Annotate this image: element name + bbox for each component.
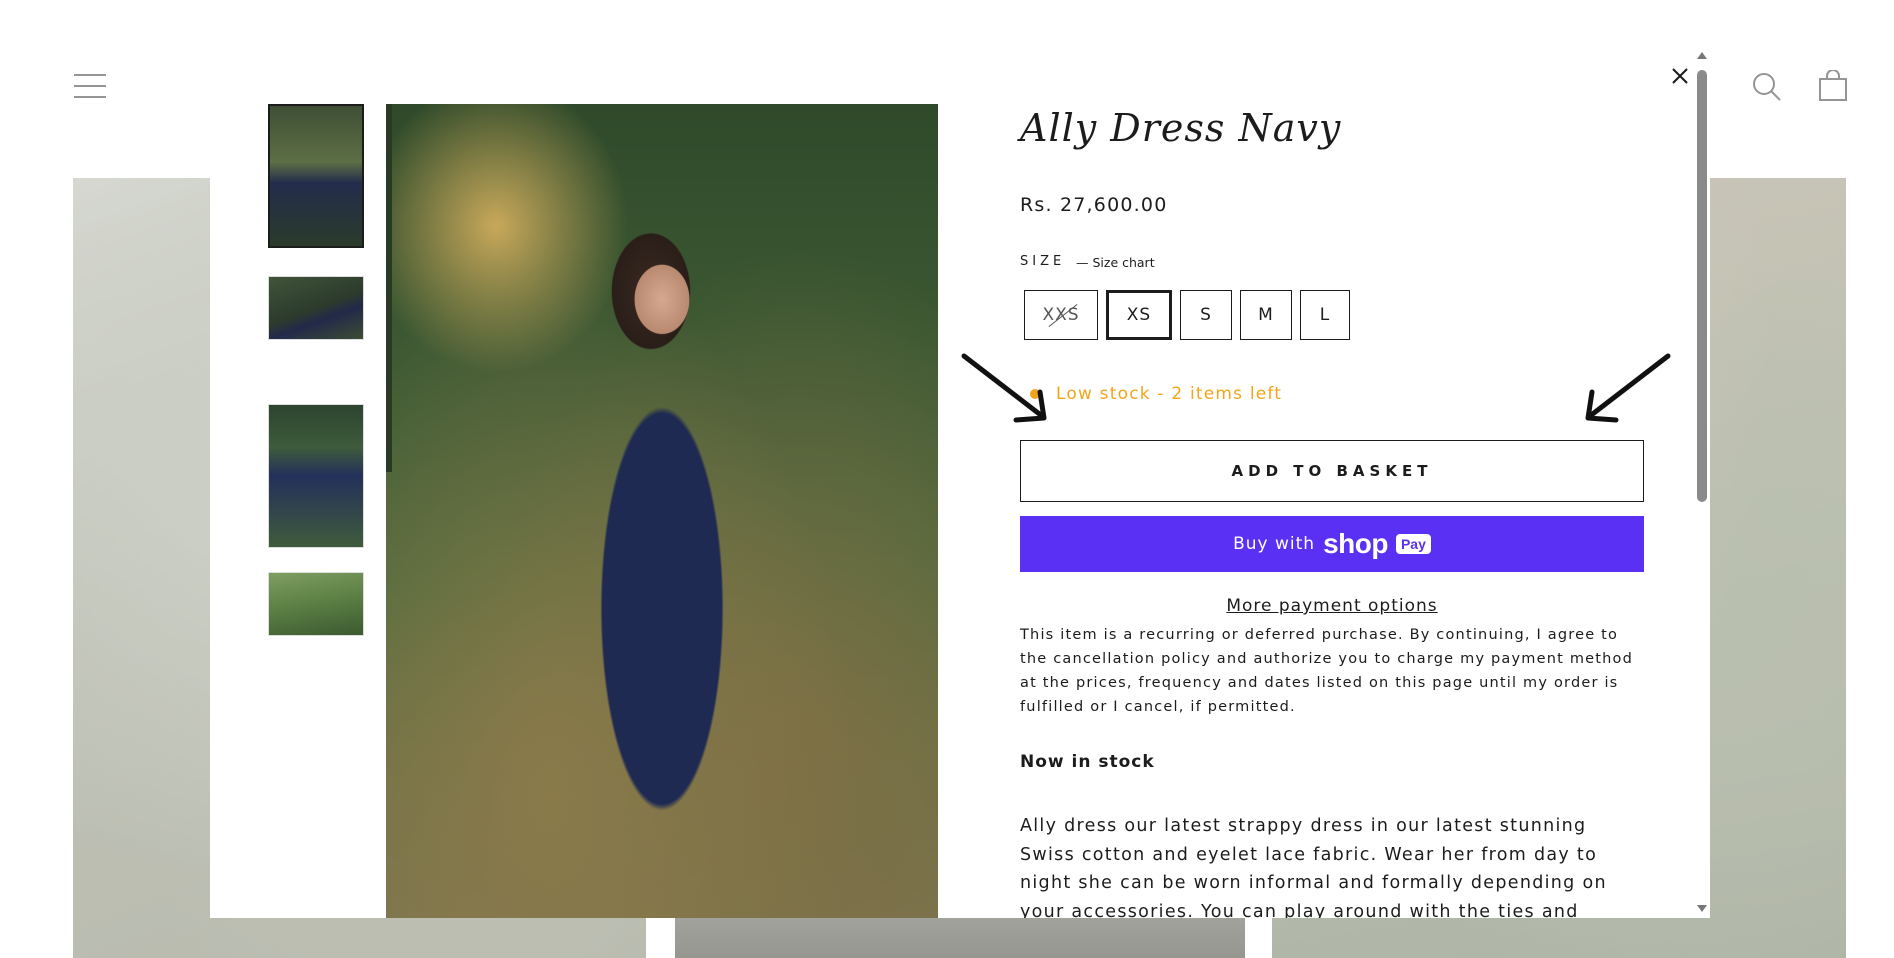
annotation-arrow-left-icon: [961, 353, 1047, 423]
pay-badge: Pay: [1395, 534, 1431, 554]
stock-text: Low stock - 2 items left: [1056, 384, 1283, 404]
main-product-image[interactable]: [386, 104, 938, 918]
thumbnail-4[interactable]: [268, 572, 364, 636]
close-button[interactable]: [1666, 62, 1694, 90]
stock-heading: Now in stock: [1020, 752, 1155, 772]
shop-pay-button[interactable]: Buy with shop Pay: [1020, 516, 1644, 572]
size-chart-link[interactable]: — Size chart: [1076, 255, 1155, 270]
modal-scrollbar[interactable]: [1694, 46, 1710, 918]
thumbnail-3[interactable]: [268, 404, 364, 548]
quick-view-modal: Ally Dress Navy Rs. 27,600.00 SIZE — Siz…: [210, 46, 1710, 918]
thumbnail-2[interactable]: [268, 276, 364, 340]
size-option-s[interactable]: S: [1180, 290, 1232, 340]
size-option-l[interactable]: L: [1300, 290, 1350, 340]
shop-pay-buy-text: Buy with: [1233, 534, 1316, 554]
stock-status: Low stock - 2 items left: [1030, 384, 1282, 404]
more-payment-options-link[interactable]: More payment options: [1020, 596, 1644, 616]
product-description: Ally dress our latest strappy dress in o…: [1020, 816, 1607, 918]
add-to-basket-button[interactable]: ADD TO BASKET: [1020, 440, 1644, 502]
thumbnail-1[interactable]: [268, 104, 364, 248]
product-title: Ally Dress Navy: [1020, 106, 1342, 150]
scroll-down-arrow-icon[interactable]: [1697, 905, 1707, 912]
size-label: SIZE: [1020, 254, 1066, 269]
size-option-xxs[interactable]: XXS: [1024, 290, 1098, 340]
size-option-m[interactable]: M: [1240, 290, 1292, 340]
size-options: XXS XS S M L: [1024, 290, 1350, 340]
scroll-thumb[interactable]: [1697, 70, 1707, 502]
annotation-arrow-right-icon: [1585, 353, 1671, 423]
recurring-purchase-disclaimer: This item is a recurring or deferred pur…: [1020, 627, 1634, 715]
close-icon: [1672, 68, 1688, 84]
size-option-xs[interactable]: XS: [1106, 290, 1172, 340]
previous-image-edge: [386, 104, 392, 472]
product-price: Rs. 27,600.00: [1020, 194, 1168, 216]
scroll-up-arrow-icon[interactable]: [1697, 52, 1707, 59]
shop-logo: shop: [1323, 528, 1388, 559]
